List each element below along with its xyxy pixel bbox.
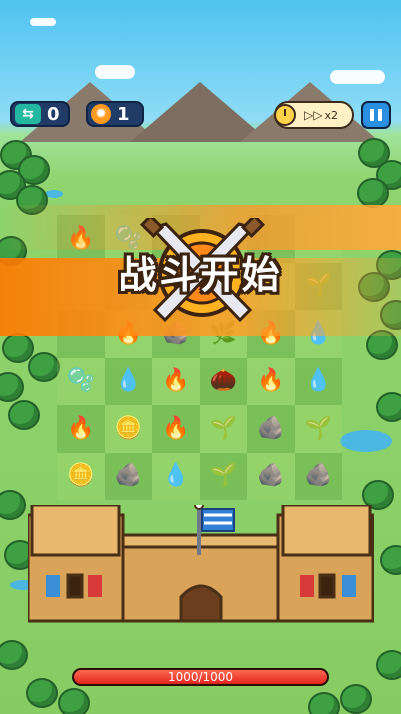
gear-coin-icon: ✹: [91, 104, 111, 124]
fire-icon: 🔥: [162, 415, 190, 441]
rock-golem-icon: 🪨: [114, 463, 142, 489]
board-cell[interactable]: 🪙: [57, 452, 105, 500]
board-cell[interactable]: 💧: [152, 452, 200, 500]
fire-spirit-icon: 🔥: [257, 368, 285, 394]
water-icon: 💧: [114, 368, 142, 394]
board-cell[interactable]: 🌱: [294, 405, 342, 453]
tree: [376, 650, 401, 680]
board-cell[interactable]: 🫧: [57, 357, 105, 405]
tree: [8, 400, 40, 430]
health-bar: 1000/1000: [72, 668, 329, 686]
tree: [340, 684, 372, 714]
board-cell[interactable]: 🪨: [247, 452, 295, 500]
slime-icon: 🫧: [67, 368, 95, 394]
tree: [28, 352, 60, 382]
board-cell[interactable]: 🪨: [247, 405, 295, 453]
speed-button[interactable]: ▷▷ x2: [274, 101, 354, 129]
water-icon: 💧: [162, 463, 190, 489]
pause-icon: [378, 109, 382, 121]
tree: [58, 688, 90, 714]
board-cell[interactable]: 🪨: [294, 452, 342, 500]
fast-forward-icon: ▷▷: [304, 108, 323, 122]
gem-count: 0: [47, 103, 60, 125]
gem-counter: ⇆ 0: [10, 101, 70, 127]
coin-icon: 🪙: [67, 463, 95, 489]
coin-count: 1: [117, 103, 130, 125]
cloud: [30, 18, 56, 26]
board-cell[interactable]: 🔥: [152, 357, 200, 405]
board-cell[interactable]: 🌰: [199, 357, 247, 405]
board-cell[interactable]: 🔥: [152, 405, 200, 453]
sprout-seed-icon: 🌰: [209, 368, 237, 394]
board-cell[interactable]: 🔥: [57, 405, 105, 453]
board-cell[interactable]: 🪙: [104, 405, 152, 453]
tree: [357, 178, 389, 208]
coin-icon: 🪙: [114, 415, 142, 441]
coin-counter: ✹ 1: [86, 101, 144, 127]
castle: [28, 505, 374, 623]
pond: [340, 430, 392, 452]
speed-label: x2: [324, 108, 338, 122]
shuffle-icon: ⇆: [15, 104, 41, 124]
rock-icon: 🪨: [257, 463, 285, 489]
board-cell[interactable]: 💧: [104, 357, 152, 405]
pause-button[interactable]: [361, 101, 391, 129]
health-text: 1000/1000: [167, 670, 234, 684]
board-cell[interactable]: 🌱: [199, 452, 247, 500]
tree: [0, 490, 26, 520]
tree: [308, 692, 340, 714]
tree: [26, 678, 58, 708]
tree: [380, 545, 401, 575]
sprout-icon: 🌱: [304, 415, 332, 441]
tree: [0, 372, 24, 402]
game-scene: ⇆ 0 ✹ 1 ▷▷ x2 🔥🫧🌱🔥🪨🌿🔥💧🫧💧🔥🌰🔥💧🔥🪙🔥🌱🪨🌱🪙🪨💧🌱🪨🪨…: [0, 0, 401, 714]
cloud: [95, 65, 135, 79]
water-icon: 💧: [304, 368, 332, 394]
fire-icon: 🔥: [67, 415, 95, 441]
board-cell[interactable]: 🪨: [104, 452, 152, 500]
board-cell[interactable]: 🔥: [247, 357, 295, 405]
sprout-icon: 🌱: [209, 415, 237, 441]
tree: [376, 392, 401, 422]
board-cell[interactable]: 🌱: [199, 405, 247, 453]
rock-golem-icon: 🪨: [257, 415, 285, 441]
board-cell[interactable]: 💧: [294, 357, 342, 405]
clock-icon: [274, 104, 296, 126]
pause-icon: [370, 109, 374, 121]
fire-icon: 🔥: [162, 368, 190, 394]
tree: [0, 640, 28, 670]
sprout-icon: 🌱: [209, 463, 237, 489]
battle-start-title: 战斗开始: [118, 253, 283, 297]
rock-icon: 🪨: [304, 463, 332, 489]
